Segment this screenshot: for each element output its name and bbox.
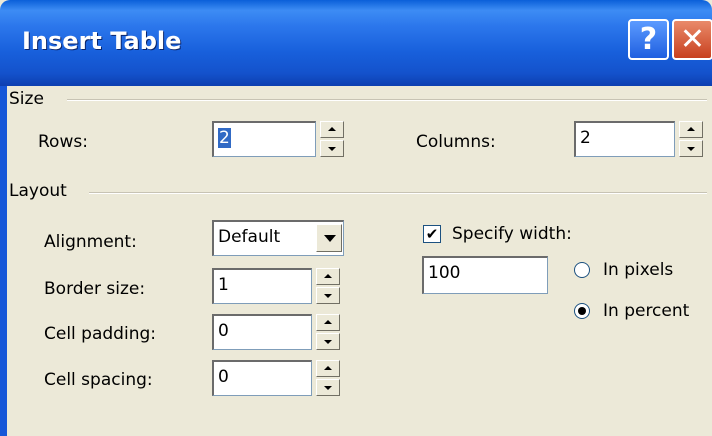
layout-group-label: Layout [9,181,67,201]
check-icon: ✔ [425,225,439,243]
cell-spacing-value: 0 [218,367,229,387]
cell-spacing-spinner[interactable] [316,360,340,396]
chevron-down-icon [324,235,336,242]
rows-label: Rows: [38,132,88,152]
arrow-down-icon [328,147,336,151]
in-pixels-radio[interactable] [574,262,590,278]
close-button[interactable]: ✕ [672,19,712,60]
rows-value: 2 [218,128,231,148]
border-size-label: Border size: [44,279,146,299]
arrow-up-icon [328,127,336,131]
border-size-spin-up[interactable] [316,268,340,285]
cell-padding-spinner[interactable] [316,314,340,350]
cell-spacing-spin-down[interactable] [316,379,340,396]
cell-spacing-spin-up[interactable] [316,360,340,377]
columns-label: Columns: [416,132,496,152]
alignment-label: Alignment: [44,232,137,252]
rows-input[interactable]: 2 [212,121,316,157]
cell-spacing-input[interactable]: 0 [212,360,312,396]
arrow-up-icon [687,127,695,131]
columns-input[interactable]: 2 [574,121,675,157]
help-icon: ? [639,22,658,57]
columns-value: 2 [580,128,591,148]
rows-spin-up[interactable] [320,121,344,138]
cell-padding-spin-down[interactable] [316,333,340,350]
columns-spinner[interactable] [679,121,703,157]
size-group-label: Size [9,89,44,109]
cell-padding-spin-up[interactable] [316,314,340,331]
cell-padding-value: 0 [218,321,229,341]
arrow-down-icon [324,340,332,344]
alignment-value: Default [218,227,281,247]
cell-padding-label: Cell padding: [44,324,156,344]
width-value: 100 [428,263,461,283]
in-percent-label[interactable]: In percent [603,300,689,322]
specify-width-label[interactable]: Specify width: [452,223,572,245]
border-size-spinner[interactable] [316,268,340,304]
columns-spin-up[interactable] [679,121,703,138]
layout-separator [89,192,707,194]
border-size-spin-down[interactable] [316,287,340,304]
dialog-body: Size Rows: 2 Columns: 2 Layout Alignment… [7,86,712,436]
alignment-dropdown-button[interactable] [316,224,342,252]
rows-spin-down[interactable] [320,140,344,157]
title-bar[interactable]: Insert Table ? ✕ [0,0,712,86]
window-left-border [0,86,7,436]
border-size-value: 1 [218,275,229,295]
dialog-title: Insert Table [22,27,182,55]
border-size-input[interactable]: 1 [212,268,312,304]
arrow-up-icon [324,320,332,324]
specify-width-checkbox[interactable]: ✔ [423,225,441,243]
in-pixels-label[interactable]: In pixels [603,259,673,281]
size-separator [67,99,707,101]
help-button[interactable]: ? [628,19,669,60]
close-icon: ✕ [679,22,706,57]
width-input[interactable]: 100 [422,256,548,294]
cell-spacing-label: Cell spacing: [44,370,153,390]
arrow-down-icon [324,294,332,298]
radio-selected-dot [578,307,586,315]
rows-spinner[interactable] [320,121,344,157]
cell-padding-input[interactable]: 0 [212,314,312,350]
arrow-up-icon [324,274,332,278]
in-percent-radio[interactable] [574,303,590,319]
columns-spin-down[interactable] [679,140,703,157]
alignment-select[interactable]: Default [212,220,344,256]
arrow-down-icon [687,147,695,151]
arrow-up-icon [324,366,332,370]
arrow-down-icon [324,386,332,390]
